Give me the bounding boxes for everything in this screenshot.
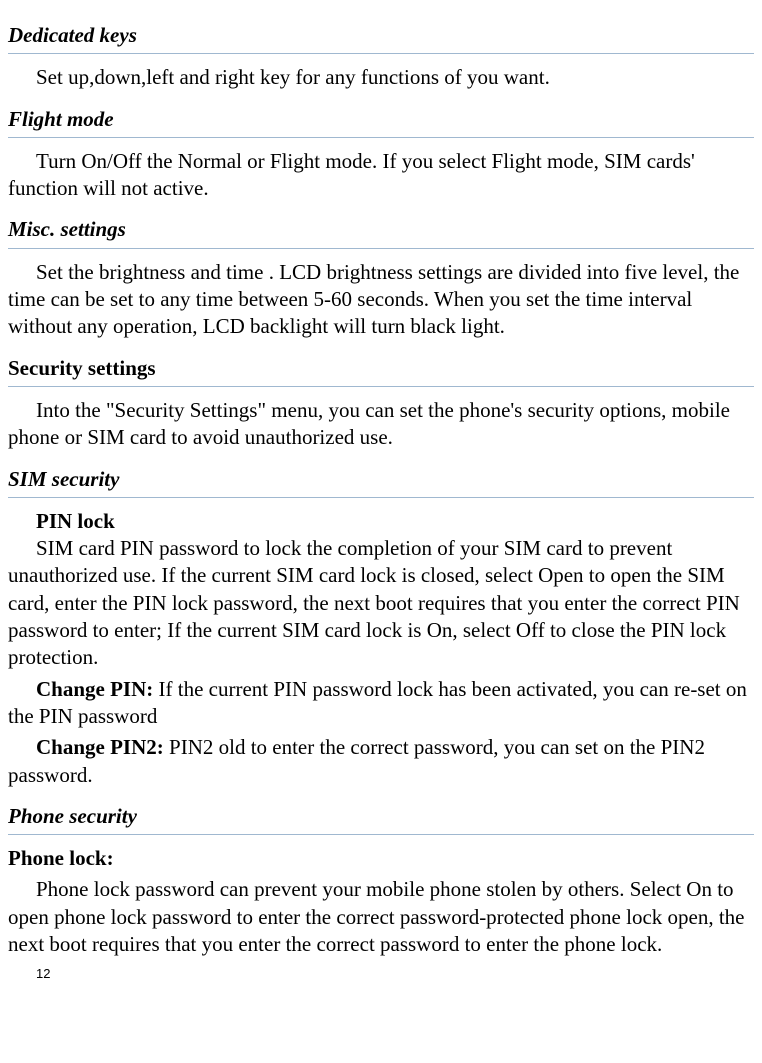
heading-sim-security: SIM security [8, 466, 754, 498]
label-pin-lock: PIN lock [8, 508, 754, 535]
label-change-pin: Change PIN: [36, 677, 153, 701]
page-number: 12 [36, 966, 754, 983]
body-flight-mode: Turn On/Off the Normal or Flight mode. I… [8, 148, 754, 203]
label-phone-lock: Phone lock: [8, 845, 754, 872]
heading-misc-settings: Misc. settings [8, 216, 754, 248]
body-pin-lock: SIM card PIN password to lock the comple… [8, 535, 754, 671]
row-change-pin: Change PIN: If the current PIN password … [8, 676, 754, 731]
heading-phone-security: Phone security [8, 803, 754, 835]
body-misc-settings: Set the brightness and time . LCD bright… [8, 259, 754, 341]
body-phone-lock: Phone lock password can prevent your mob… [8, 876, 754, 958]
heading-dedicated-keys: Dedicated keys [8, 22, 754, 54]
body-security-settings: Into the "Security Settings" menu, you c… [8, 397, 754, 452]
heading-flight-mode: Flight mode [8, 106, 754, 138]
row-change-pin2: Change PIN2: PIN2 old to enter the corre… [8, 734, 754, 789]
heading-security-settings: Security settings [8, 355, 754, 387]
label-change-pin2: Change PIN2: [36, 735, 164, 759]
body-dedicated-keys: Set up,down,left and right key for any f… [8, 64, 754, 91]
